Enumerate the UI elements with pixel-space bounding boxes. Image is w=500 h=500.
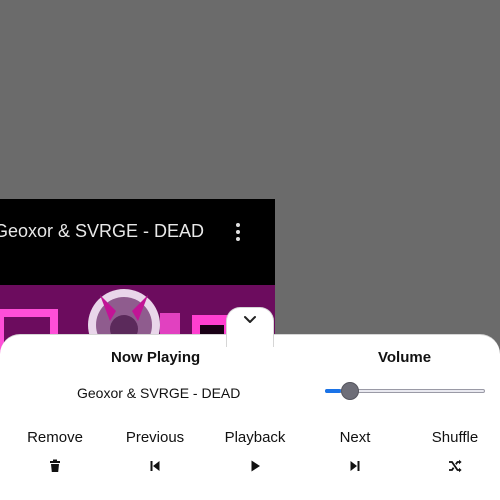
previous-button[interactable]: Previous <box>105 429 205 489</box>
volume-slider[interactable] <box>325 381 485 401</box>
collapse-button[interactable] <box>226 307 274 347</box>
video-title: Geoxor & SVRGE - DEAD <box>0 221 205 241</box>
shuffle-button[interactable]: Shuffle <box>405 429 500 489</box>
app-root: Geoxor & SVRGE - DEAD Now Playing Volume… <box>0 0 500 500</box>
slider-fill <box>325 389 341 393</box>
skip-next-icon <box>350 461 360 471</box>
play-icon <box>251 460 260 472</box>
playback-button[interactable]: Playback <box>205 429 305 489</box>
chevron-down-icon <box>244 316 256 323</box>
trash-icon <box>50 459 60 472</box>
player-sheet: Now Playing Volume Geoxor & SVRGE - DEAD… <box>0 334 500 500</box>
video-header: Geoxor & SVRGE - DEAD <box>0 199 275 265</box>
more-vert-icon[interactable] <box>226 219 250 245</box>
remove-button[interactable]: Remove <box>5 429 105 489</box>
next-button[interactable]: Next <box>305 429 405 489</box>
playback-label: Playback <box>224 429 286 446</box>
playback-controls: Remove Previous Playback Next Shuffle <box>0 429 500 489</box>
shuffle-label: Shuffle <box>431 429 479 446</box>
remove-label: Remove <box>27 429 83 446</box>
now-playing-heading: Now Playing <box>111 349 201 366</box>
shuffle-icon <box>449 459 462 473</box>
slider-thumb[interactable] <box>341 382 359 400</box>
previous-label: Previous <box>125 429 185 446</box>
skip-previous-icon <box>150 461 160 471</box>
track-name: Geoxor & SVRGE - DEAD <box>77 385 241 401</box>
next-label: Next <box>339 429 371 446</box>
sheet-handle-join <box>227 333 273 337</box>
volume-heading: Volume <box>378 349 432 366</box>
